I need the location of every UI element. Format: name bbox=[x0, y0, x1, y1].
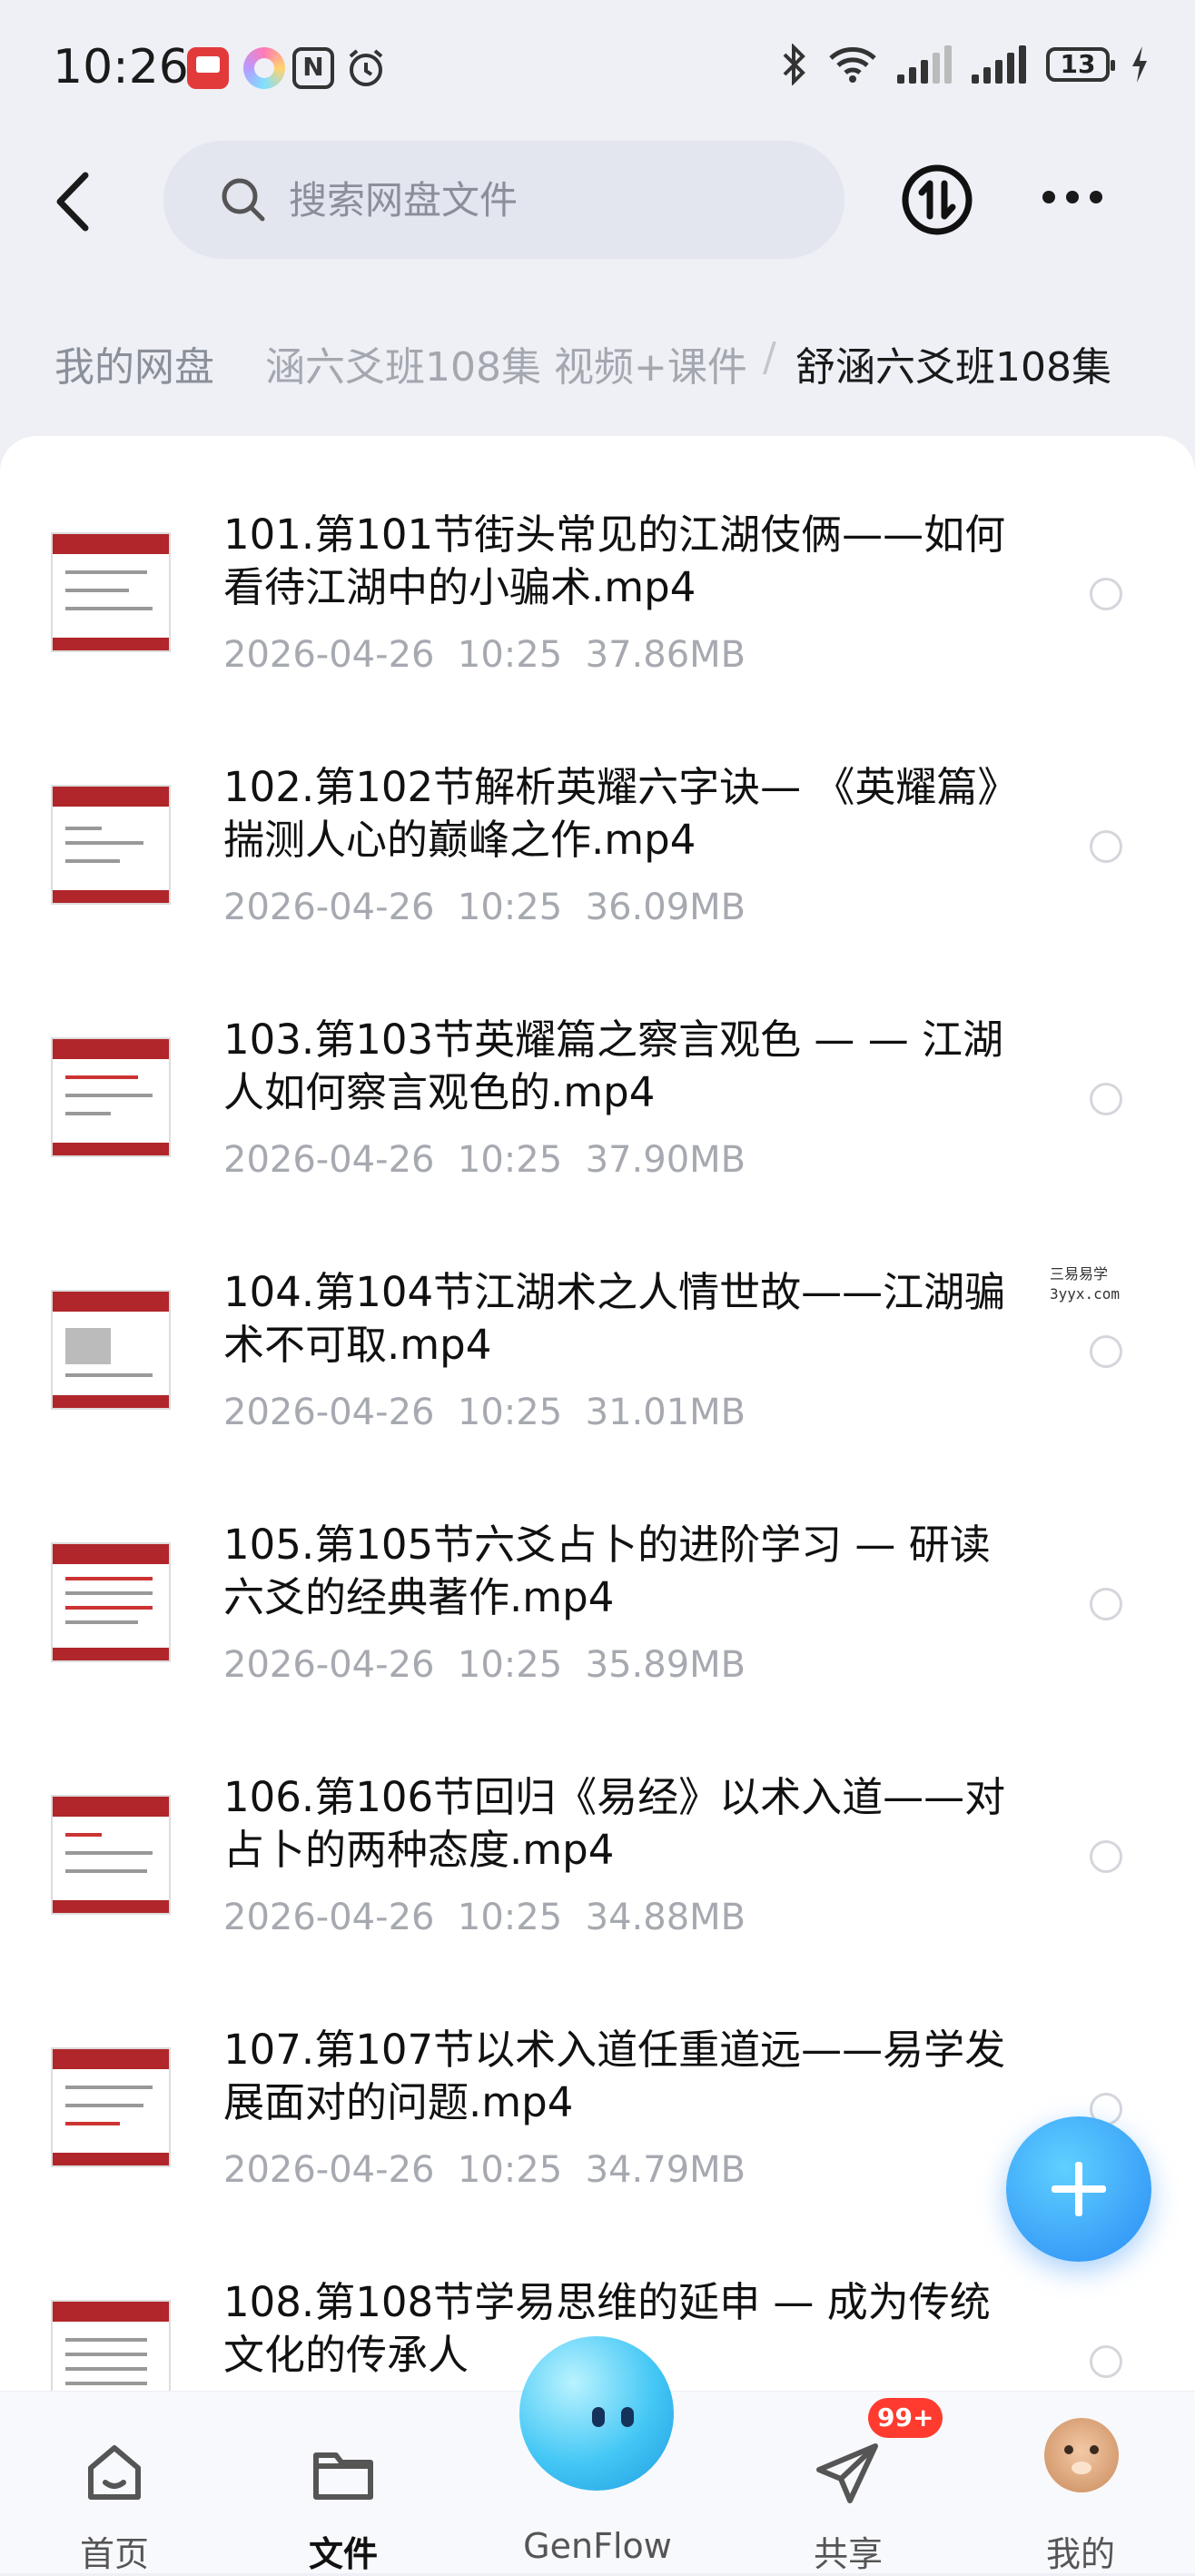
breadcrumb-parent[interactable]: 涵六爻班108集 视频+课件 bbox=[265, 334, 747, 392]
share-badge: 99+ bbox=[868, 2398, 943, 2438]
status-right: 13 bbox=[781, 44, 1150, 85]
video-thumbnail bbox=[51, 1542, 171, 1662]
file-row[interactable]: 103.第103节英耀篇之察言观色 — — 江湖人如何察言观色的.mp4 202… bbox=[0, 941, 1195, 1194]
alarm-icon bbox=[345, 47, 387, 89]
file-row[interactable]: 105.第105节六爻占卜的进阶学习 — 研读六爻的经典著作.mp4 2026-… bbox=[0, 1446, 1195, 1699]
file-list: 101.第101节街头常见的江湖伎俩——如何看待江湖中的小骗术.mp4 2026… bbox=[0, 436, 1195, 2572]
genflow-orb-icon[interactable] bbox=[519, 2336, 674, 2491]
file-meta: 2026-04-26 10:25 36.09MB bbox=[223, 887, 746, 928]
status-time: 10:26 bbox=[53, 40, 189, 94]
status-bar: 10:26 N 13 bbox=[0, 0, 1195, 136]
video-thumbnail bbox=[51, 2047, 171, 2167]
file-name: 104.第104节江湖术之人情世故——江湖骗术不可取.mp4 bbox=[223, 1268, 1006, 1369]
chevron-left-icon bbox=[56, 172, 89, 232]
select-radio[interactable] bbox=[1090, 1840, 1122, 1873]
transfer-button[interactable] bbox=[901, 163, 973, 236]
file-row[interactable]: 106.第106节回归《易经》以术入道——对占卜的两种态度.mp4 2026-0… bbox=[0, 1699, 1195, 1951]
search-box[interactable] bbox=[163, 141, 844, 259]
select-radio[interactable] bbox=[1090, 1335, 1122, 1368]
battery-icon: 13 bbox=[1046, 47, 1115, 82]
paper-plane-icon bbox=[816, 2443, 878, 2503]
add-button[interactable] bbox=[1006, 2116, 1151, 2262]
video-thumbnail bbox=[51, 1290, 171, 1410]
home-icon bbox=[88, 2445, 141, 2500]
search-icon bbox=[222, 178, 265, 222]
file-meta: 2026-04-26 10:25 34.88MB bbox=[223, 1897, 746, 1938]
watermark: 三易易学 3yyx.com bbox=[1050, 1265, 1121, 1303]
breadcrumb: 涵六爻班108集 视频+课件 我的网盘 / 舒涵六爻班108集 bbox=[27, 325, 1168, 398]
colorful-ring-icon bbox=[243, 47, 285, 89]
video-thumbnail bbox=[51, 1795, 171, 1915]
signal-icon bbox=[972, 45, 1026, 84]
nav-label: 共享 bbox=[813, 2534, 883, 2574]
nav-files[interactable]: 文件 bbox=[252, 2419, 434, 2574]
charging-icon bbox=[1132, 46, 1147, 83]
more-dots-icon bbox=[1042, 191, 1055, 203]
file-meta: 2026-04-26 10:25 31.01MB bbox=[223, 1392, 746, 1433]
file-name: 107.第107节以术入道任重道远——易学发展面对的问题.mp4 bbox=[223, 2026, 1006, 2126]
avatar-icon[interactable] bbox=[1044, 2418, 1119, 2492]
file-row[interactable]: 102.第102节解析英耀六字诀— 《英耀篇》揣测人心的巅峰之作.mp4 202… bbox=[0, 689, 1195, 941]
file-meta: 2026-04-26 10:25 34.79MB bbox=[223, 2149, 746, 2191]
select-radio[interactable] bbox=[1090, 830, 1122, 863]
select-radio[interactable] bbox=[1090, 1083, 1122, 1115]
more-button[interactable] bbox=[1042, 182, 1102, 213]
file-row[interactable]: 104.第104节江湖术之人情世故——江湖骗术不可取.mp4 2026-04-2… bbox=[0, 1194, 1195, 1446]
file-name: 102.第102节解析英耀六字诀— 《英耀篇》揣测人心的巅峰之作.mp4 bbox=[223, 763, 998, 864]
breadcrumb-root[interactable]: 我的网盘 bbox=[54, 334, 236, 392]
folder-icon bbox=[313, 2452, 373, 2500]
file-name: 105.第105节六爻占卜的进阶学习 — 研读六爻的经典著作.mp4 bbox=[223, 1521, 991, 1621]
breadcrumb-separator: / bbox=[763, 334, 776, 381]
file-meta: 2026-04-26 10:25 35.89MB bbox=[223, 1644, 746, 1686]
nav-share[interactable]: 共享 bbox=[757, 2419, 939, 2574]
back-button[interactable] bbox=[45, 165, 100, 238]
nav-label: 首页 bbox=[79, 2534, 149, 2574]
select-radio[interactable] bbox=[1090, 1588, 1122, 1620]
file-meta: 2026-04-26 10:25 37.90MB bbox=[223, 1139, 746, 1181]
file-name: 101.第101节街头常见的江湖伎俩——如何看待江湖中的小骗术.mp4 bbox=[223, 510, 1006, 611]
select-radio[interactable] bbox=[1090, 578, 1122, 610]
file-name: 103.第103节英耀篇之察言观色 — — 江湖人如何察言观色的.mp4 bbox=[223, 1016, 1003, 1116]
breadcrumb-current: 舒涵六爻班108集 bbox=[795, 344, 1111, 391]
transfer-icon bbox=[902, 164, 973, 235]
search-input[interactable] bbox=[287, 176, 799, 223]
signal-icon bbox=[897, 45, 952, 84]
bluetooth-icon bbox=[783, 44, 805, 85]
app-red-icon bbox=[187, 47, 229, 89]
nav-label: 文件 bbox=[308, 2534, 378, 2574]
select-radio[interactable] bbox=[1090, 2345, 1122, 2378]
wifi-icon bbox=[829, 47, 876, 83]
video-thumbnail bbox=[51, 785, 171, 905]
file-name: 106.第106节回归《易经》以术入道——对占卜的两种态度.mp4 bbox=[223, 1773, 1006, 1874]
file-row[interactable]: 101.第101节街头常见的江湖伎俩——如何看待江湖中的小骗术.mp4 2026… bbox=[0, 436, 1195, 689]
nav-label: 我的 bbox=[1045, 2534, 1115, 2574]
nfc-icon: N bbox=[292, 47, 334, 89]
nav-label: GenFlow bbox=[523, 2526, 672, 2566]
file-meta: 2026-04-26 10:25 37.86MB bbox=[223, 634, 746, 676]
video-thumbnail bbox=[51, 1037, 171, 1157]
nav-home[interactable]: 首页 bbox=[24, 2419, 205, 2574]
video-thumbnail bbox=[51, 532, 171, 652]
